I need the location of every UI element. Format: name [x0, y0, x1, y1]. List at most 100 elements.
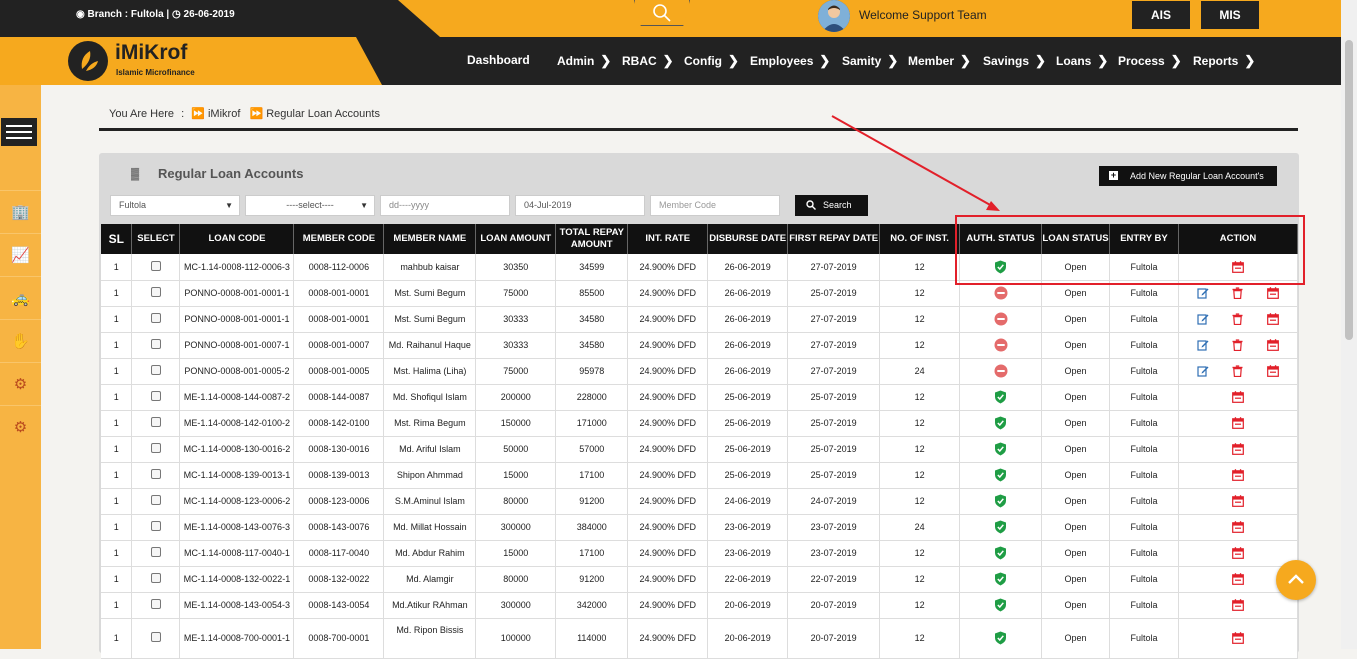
sidebar-item-gear[interactable]: ⚙ [0, 362, 41, 404]
edit-button[interactable] [1197, 287, 1209, 299]
calendar-button[interactable] [1232, 443, 1244, 455]
sidebar-item-building[interactable]: 🏢 [0, 190, 41, 232]
cell-int-rate: 24.900% DFD [627, 436, 709, 463]
row-select-checkbox[interactable] [150, 632, 161, 642]
row-select-checkbox[interactable] [150, 573, 161, 583]
mis-button[interactable]: MIS [1201, 1, 1259, 29]
cell-disburse: 25-06-2019 [707, 384, 789, 411]
nav-dashboard[interactable]: Dashboard [467, 53, 530, 67]
cell-int-rate: 24.900% DFD [627, 488, 709, 515]
calendar-button[interactable] [1267, 313, 1280, 325]
cell-status: Open [1041, 410, 1110, 437]
cell-actions [1178, 462, 1299, 489]
nav-config[interactable]: Config ❯ [684, 53, 739, 69]
row-select-checkbox[interactable] [150, 443, 161, 453]
sidebar-item-settings[interactable]: ⚙ [0, 405, 41, 447]
cell-select [131, 436, 181, 463]
nav-member[interactable]: Member ❯ [908, 53, 971, 69]
row-select-checkbox[interactable] [150, 260, 161, 271]
branch-select[interactable]: Fultola ▼ [110, 195, 240, 216]
ais-button[interactable]: AIS [1132, 1, 1190, 29]
calendar-button[interactable] [1232, 469, 1244, 481]
edit-button[interactable] [1197, 365, 1209, 377]
cell-total-repay: 34599 [555, 254, 629, 281]
row-select-checkbox[interactable] [150, 521, 161, 531]
cell-disburse: 26-06-2019 [707, 306, 789, 333]
global-search-button[interactable] [634, 0, 690, 26]
breadcrumb-home[interactable]: iMikrof [208, 108, 240, 120]
row-select-checkbox[interactable] [150, 547, 161, 557]
cell-auth [959, 618, 1043, 659]
nav-rbac[interactable]: RBAC ❯ [622, 53, 674, 69]
chevron-up-icon [1288, 574, 1304, 584]
row-select-checkbox[interactable] [150, 339, 161, 349]
logo-icon[interactable] [68, 41, 108, 81]
cell-member-name: Mst. Sumi Begum [383, 280, 477, 307]
brand-name[interactable]: iMiKrof [115, 41, 187, 65]
samity-select[interactable]: ----select---- ▼ [245, 195, 375, 216]
row-select-checkbox[interactable] [150, 599, 161, 609]
row-select-checkbox[interactable] [150, 417, 161, 427]
member-code-input[interactable]: Member Code [650, 195, 780, 216]
cell-member-name: Mst. Rima Begum [383, 410, 477, 437]
user-avatar[interactable] [818, 0, 850, 32]
cell-inst: 12 [879, 384, 961, 411]
calendar-button[interactable] [1267, 339, 1280, 351]
cell-member-code: 0008-123-0006 [293, 488, 385, 515]
calendar-button[interactable] [1232, 417, 1244, 429]
calendar-button[interactable] [1267, 365, 1280, 377]
nav-process[interactable]: Process ❯ [1118, 53, 1182, 69]
menu-toggle-button[interactable] [1, 118, 37, 146]
date-from-input[interactable]: dd----yyyy [380, 195, 510, 216]
calendar-button[interactable] [1232, 632, 1244, 644]
search-button[interactable]: Search [795, 195, 868, 216]
add-loan-account-button[interactable]: + Add New Regular Loan Account's [1099, 166, 1277, 186]
date-to-input[interactable]: 04-Jul-2019 [515, 195, 645, 216]
cell-status: Open [1041, 618, 1110, 659]
calendar-button[interactable] [1232, 391, 1244, 403]
delete-button[interactable] [1232, 365, 1243, 377]
cell-total-repay: 95978 [555, 358, 629, 385]
calendar-button[interactable] [1232, 521, 1244, 533]
edit-button[interactable] [1197, 313, 1209, 325]
cell-member-name: Md. Millat Hossain [383, 514, 477, 541]
sidebar-item-taxi[interactable]: 🚕 [0, 276, 41, 318]
cell-inst: 12 [879, 592, 961, 619]
delete-button[interactable] [1232, 287, 1243, 299]
row-select-checkbox[interactable] [150, 495, 161, 505]
row-select-checkbox[interactable] [150, 469, 161, 479]
sidebar-item-hand-coin[interactable]: ✋ [0, 319, 41, 361]
row-select-checkbox[interactable] [150, 391, 161, 401]
delete-button[interactable] [1232, 339, 1243, 351]
nav-samity[interactable]: Samity ❯ [842, 53, 898, 69]
cell-member-code: 0008-001-0001 [293, 280, 385, 307]
cell-loan-code: MC-1.14-0008-132-0022-1 [179, 566, 295, 593]
calendar-button[interactable] [1232, 573, 1244, 585]
nav-employees[interactable]: Employees ❯ [750, 53, 830, 69]
branch-label: Branch : Fultola | [87, 9, 170, 20]
table-row: 1 MC-1.14-0008-123-0006-2 0008-123-0006 S.M… [101, 488, 1299, 515]
row-select-checkbox[interactable] [150, 365, 161, 375]
row-actions [1179, 287, 1297, 299]
nav-savings[interactable]: Savings ❯ [983, 53, 1046, 69]
row-select-checkbox[interactable] [150, 313, 161, 323]
calendar-button[interactable] [1232, 547, 1244, 559]
nav-admin[interactable]: Admin ❯ [557, 53, 611, 69]
calendar-icon [1267, 365, 1280, 377]
scrollbar-thumb[interactable] [1345, 40, 1353, 340]
edit-button[interactable] [1197, 339, 1209, 351]
nav-reports[interactable]: Reports ❯ [1193, 53, 1255, 69]
calendar-button[interactable] [1232, 599, 1244, 611]
calendar-button[interactable] [1267, 287, 1280, 299]
delete-button[interactable] [1232, 313, 1243, 325]
cell-disburse: 24-06-2019 [707, 488, 789, 515]
calendar-button[interactable] [1232, 495, 1244, 507]
scroll-to-top-button[interactable] [1276, 560, 1316, 600]
col-int-rate: INT. RATE [627, 224, 709, 254]
caret-down-icon: ▼ [225, 201, 233, 210]
row-select-checkbox[interactable] [150, 287, 161, 297]
cell-first-repay: 25-07-2019 [787, 462, 881, 489]
sidebar-item-chart[interactable]: 📈 [0, 233, 41, 275]
nav-loans[interactable]: Loans ❯ [1056, 53, 1108, 69]
hand-coin-icon: ✋ [11, 332, 30, 350]
